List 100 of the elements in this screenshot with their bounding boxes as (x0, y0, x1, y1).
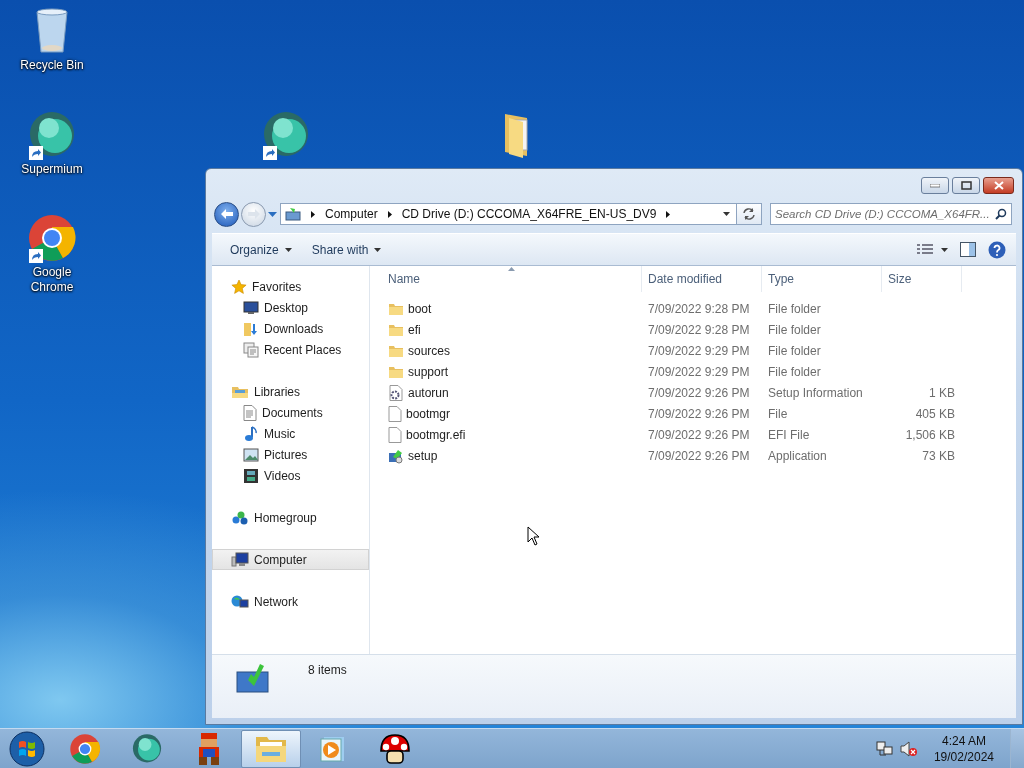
nav-item[interactable]: Recent Places (212, 339, 369, 360)
date-cell-text: 7/09/2022 9:28 PM (647, 322, 751, 337)
homegroup-icon (231, 509, 249, 526)
drive-icon (236, 663, 270, 693)
clock-date[interactable]: 19/02/2024 (933, 748, 994, 765)
document-icon (243, 404, 257, 421)
nav-item[interactable]: Downloads (212, 318, 369, 339)
maximize-icon (960, 181, 972, 190)
type-cell-text: EFI File (767, 427, 811, 442)
caret-icon (267, 211, 277, 217)
list-view-icon (917, 243, 933, 256)
nav-label: Videos (264, 468, 301, 483)
drive-icon (285, 207, 301, 221)
size-cell-text: 1 KB (928, 385, 956, 400)
nav-label: Network (254, 594, 298, 609)
preview-pane-icon (960, 242, 976, 257)
muted-speaker-icon[interactable] (899, 740, 918, 757)
nav-label: Documents (262, 405, 323, 420)
caret-icon (941, 247, 948, 252)
file-name[interactable]: efi (408, 322, 421, 337)
nav-item[interactable]: Homegroup (212, 507, 369, 528)
nav-label: Pictures (264, 447, 308, 462)
back-button[interactable] (214, 201, 239, 227)
search-icon (995, 208, 1007, 220)
column-header[interactable]: Type (762, 266, 882, 292)
nav-item[interactable]: Videos (212, 465, 369, 486)
desktop-icon-label[interactable]: Google Chrome (16, 265, 88, 295)
nav-item[interactable]: Documents (212, 402, 369, 423)
date-cell-text: 7/09/2022 9:26 PM (647, 448, 751, 463)
nav-item[interactable]: Desktop (212, 297, 369, 318)
type-cell-text: File folder (767, 364, 822, 379)
file-icon (388, 405, 402, 422)
nav-label: Music (264, 426, 296, 441)
address-bar[interactable]: Computer CD Drive (D:) CCCOMA_X64FRE_EN-US_DV9 (280, 203, 737, 225)
size-cell-text: 1,506 KB (904, 427, 956, 442)
supermium-icon[interactable] (131, 732, 163, 765)
chrome-icon (27, 213, 77, 263)
type-cell-text: Setup Information (767, 385, 864, 400)
date-cell-text: 7/09/2022 9:29 PM (647, 364, 751, 379)
star-icon (231, 278, 247, 295)
date-cell-text: 7/09/2022 9:28 PM (647, 301, 751, 316)
monitor-icon (243, 299, 259, 316)
desktop-icon-label[interactable]: Recycle Bin (20, 58, 84, 73)
chevron-icon[interactable] (387, 210, 392, 218)
date-cell-text: 7/09/2022 9:26 PM (647, 427, 751, 442)
chevron-icon[interactable] (311, 210, 315, 218)
file-name[interactable]: setup (408, 448, 438, 463)
help-button[interactable] (988, 240, 1006, 259)
type-cell-text: Application (767, 448, 828, 463)
file-name[interactable]: bootmgr (406, 406, 451, 421)
file-name[interactable]: support (408, 364, 449, 379)
view-options-button[interactable] (917, 243, 948, 256)
chrome-icon[interactable] (69, 732, 101, 765)
item-count: 8 items (308, 663, 347, 677)
recent-places-icon (243, 341, 259, 358)
toolbar-menu-button[interactable]: Organize (222, 238, 300, 261)
nav-label: Desktop (264, 300, 309, 315)
nav-item[interactable]: Music (212, 423, 369, 444)
file-name[interactable]: autorun (408, 385, 449, 400)
file-name[interactable]: boot (408, 301, 432, 316)
type-cell-text: File folder (767, 301, 822, 316)
breadcrumb[interactable]: CD Drive (D:) CCCOMA_X64FRE_EN-US_DV9 (401, 207, 657, 221)
nav-item[interactable]: Network (212, 591, 369, 612)
nav-label: Downloads (264, 321, 324, 336)
forward-arrow-icon (247, 209, 260, 219)
preview-pane-button[interactable] (960, 242, 976, 257)
chevron-icon[interactable] (666, 210, 671, 218)
toolbar-menu-button[interactable]: Share with (303, 238, 390, 261)
minimize-button[interactable] (921, 177, 949, 194)
nav-item[interactable]: Favorites (212, 276, 369, 297)
column-header[interactable]: Size (882, 266, 962, 292)
nav-item[interactable]: Computer (212, 549, 369, 570)
search-field[interactable]: Search CD Drive (D:) CCCOMA_X64FR... (770, 203, 1012, 225)
breadcrumb[interactable]: Computer (325, 207, 378, 221)
music-note-icon (243, 425, 259, 442)
caret-icon (374, 247, 382, 252)
network-status-icon[interactable] (875, 740, 894, 757)
clock-time[interactable]: 4:24 AM (941, 732, 986, 749)
maximize-button[interactable] (952, 177, 980, 194)
date-cell-text: 7/09/2022 9:26 PM (647, 406, 751, 421)
close-button[interactable] (983, 177, 1014, 194)
start-orb-icon (9, 730, 45, 767)
refresh-button[interactable] (737, 203, 762, 225)
file-name[interactable]: sources (408, 343, 451, 358)
column-header[interactable]: Date modified (642, 266, 762, 292)
desktop-icon-label[interactable]: Supermium (21, 162, 83, 177)
caret-icon (284, 247, 292, 252)
file-icon (388, 426, 402, 443)
mushroom-icon[interactable] (379, 732, 411, 765)
nav-item[interactable]: Pictures (212, 444, 369, 465)
size-cell-text: 405 KB (914, 406, 956, 421)
mouse-cursor-icon (527, 526, 540, 546)
setup-app-icon (388, 447, 404, 464)
nav-item[interactable]: Libraries (212, 381, 369, 402)
network-icon (231, 593, 249, 610)
settings-file-icon (388, 384, 404, 401)
sort-arrow-icon (508, 267, 515, 271)
file-name[interactable]: bootmgr.efi (406, 427, 466, 442)
start-button[interactable] (7, 730, 47, 767)
close-icon (993, 181, 1004, 190)
